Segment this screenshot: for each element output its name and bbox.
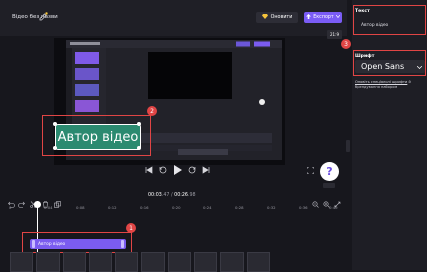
total-time-fraction: .98: [187, 193, 196, 198]
text-clip[interactable]: Автор відео: [30, 239, 126, 249]
video-thumbnail: [10, 252, 34, 272]
clip-drag-handle-left[interactable]: [32, 240, 35, 248]
ruler-tick: 0:28: [235, 205, 244, 210]
chevron-down-icon: [416, 62, 423, 71]
playhead-handle[interactable]: [34, 201, 41, 208]
text-content-field[interactable]: Автор відео: [361, 23, 388, 28]
total-time: 00:26: [174, 193, 188, 198]
gem-icon: [261, 14, 268, 21]
video-thumbnail: [194, 252, 218, 272]
ruler-tick: 0:04: [44, 205, 53, 210]
video-thumbnail: [115, 252, 139, 272]
upgrade-button[interactable]: Оновити: [256, 12, 298, 23]
properties-sidebar: [352, 0, 427, 270]
aspect-ratio-button[interactable]: 21:9: [327, 30, 342, 39]
skip-back-icon[interactable]: [144, 165, 154, 175]
highlight-box-overlay: [42, 115, 151, 156]
callout-badge-2: 2: [147, 106, 157, 116]
ruler-tick: 0:16: [140, 205, 149, 210]
upload-icon: [306, 13, 312, 22]
export-label: Експорт: [313, 15, 334, 20]
rename-icon[interactable]: [36, 11, 50, 23]
fullscreen-icon[interactable]: [306, 166, 315, 175]
sidebar-collapse-handle[interactable]: [346, 140, 350, 152]
ruler-tick: 0:20: [172, 205, 181, 210]
ruler-tick: 0: [9, 205, 12, 210]
rewind-5s-icon[interactable]: [158, 165, 168, 175]
video-track[interactable]: [10, 252, 270, 272]
video-thumbnail: [246, 252, 270, 272]
upgrade-fonts-link[interactable]: Оновіть спеціальні шрифти: [355, 80, 407, 84]
forward-5s-icon[interactable]: [187, 165, 197, 175]
callout-badge-1: 1: [126, 223, 136, 233]
video-thumbnail: [62, 252, 86, 272]
chevron-down-icon: [335, 14, 341, 20]
ruler-tick: 0:24: [203, 205, 212, 210]
video-thumbnail: [141, 252, 165, 272]
timeline-ruler[interactable]: 0 0:04 0:08 0:12 0:16 0:20 0:24 0:28 0:3…: [0, 204, 347, 214]
video-thumbnail: [220, 252, 244, 272]
upgrade-fonts-hint: Оновіть спеціальні шрифти й брендування …: [355, 80, 425, 90]
font-dropdown[interactable]: Open Sans: [355, 60, 425, 73]
current-time: 00:03: [148, 193, 162, 198]
video-thumbnail: [88, 252, 113, 272]
video-thumbnail: [36, 252, 60, 272]
font-section-title: Шрифт: [355, 54, 375, 59]
skip-forward-icon[interactable]: [201, 165, 211, 175]
callout-badge-3: 3: [341, 39, 351, 49]
collapse-timeline-button[interactable]: [323, 183, 335, 197]
ruler-tick: 0:08: [76, 205, 85, 210]
help-button[interactable]: ?: [320, 162, 339, 181]
video-thumbnail: [167, 252, 192, 272]
upgrade-label: Оновити: [270, 15, 293, 20]
ruler-tick: 0:32: [267, 205, 276, 210]
text-section-title: Текст: [355, 9, 370, 14]
text-clip-label: Автор відео: [38, 241, 66, 247]
play-icon[interactable]: [172, 164, 183, 175]
playback-timecode: 00:03.47 / 00:26.98: [148, 193, 196, 198]
clip-drag-handle-right[interactable]: [121, 240, 124, 248]
export-button[interactable]: Експорт: [304, 12, 342, 23]
font-dropdown-value: Open Sans: [361, 62, 405, 71]
ruler-tick: 0:36: [299, 205, 308, 210]
ruler-tick: 0:40: [329, 205, 338, 210]
ruler-tick: 0:12: [108, 205, 117, 210]
project-title[interactable]: Відео без назви: [12, 14, 58, 20]
